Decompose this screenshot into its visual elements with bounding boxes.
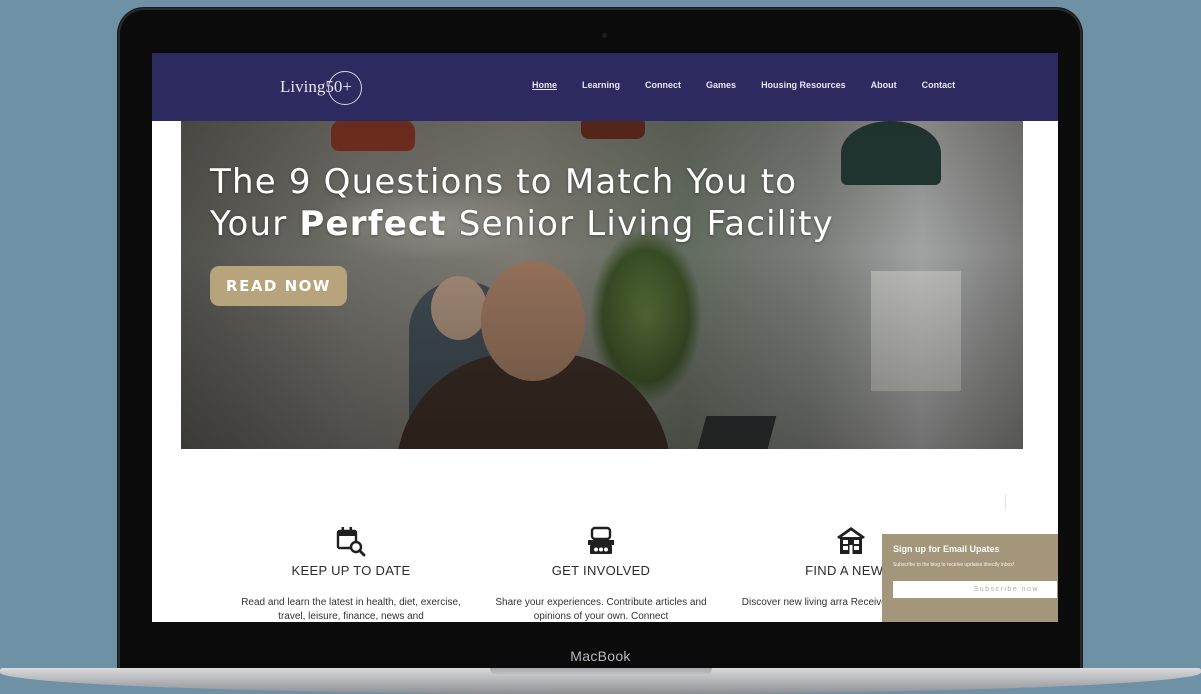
email-signup-popup: Sign up for Email Upates Subscribe to th… — [882, 534, 1058, 622]
site-header: Living50+ Home Learning Connect Games Ho… — [152, 53, 1058, 121]
screen: Living50+ Home Learning Connect Games Ho… — [152, 53, 1058, 622]
chat-group-icon — [588, 526, 614, 554]
nav-contact[interactable]: Contact — [922, 80, 956, 90]
nav-games[interactable]: Games — [706, 80, 736, 90]
calendar-search-icon — [336, 527, 366, 557]
nav-about[interactable]: About — [871, 80, 897, 90]
feature-keep-up-to-date: KEEP UP TO DATE Read and learn the lates… — [221, 525, 481, 622]
subscribe-button[interactable]: Subscribe now — [893, 581, 1057, 598]
main-nav: Home Learning Connect Games Housing Reso… — [532, 80, 955, 90]
hero-title-line2-pre: Your — [210, 204, 300, 244]
hero-title-line1: The 9 Questions to Match You to — [210, 162, 798, 202]
hero-title-line2-post: Senior Living Facility — [446, 204, 834, 244]
read-now-button[interactable]: READ NOW — [210, 266, 347, 306]
hero-banner: The 9 Questions to Match You to Your Per… — [181, 121, 1023, 449]
feature-title: KEEP UP TO DATE — [291, 563, 411, 578]
popup-text: Subscribe to the blog to receive updates… — [893, 562, 1015, 568]
feature-get-involved: GET INVOLVED Share your experiences. Con… — [471, 525, 731, 622]
feature-text: Share your experiences. Contribute artic… — [495, 597, 707, 622]
device-label: MacBook — [570, 648, 631, 664]
nav-connect[interactable]: Connect — [645, 80, 681, 90]
hero-title-emphasis: Perfect — [299, 204, 447, 244]
laptop-notch — [490, 668, 712, 676]
divider — [1005, 494, 1006, 510]
house-icon — [837, 527, 865, 554]
feature-text: Read and learn the latest in health, die… — [241, 597, 461, 622]
logo-ring-icon — [328, 71, 362, 105]
popup-title: Sign up for Email Upates — [893, 544, 1000, 554]
nav-housing-resources[interactable]: Housing Resources — [761, 80, 846, 90]
feature-title: GET INVOLVED — [551, 563, 651, 578]
nav-learning[interactable]: Learning — [582, 80, 620, 90]
nav-home[interactable]: Home — [532, 80, 557, 90]
hero-title: The 9 Questions to Match You to Your Per… — [210, 161, 834, 245]
site-logo[interactable]: Living50+ — [280, 67, 362, 107]
camera-icon — [602, 33, 607, 38]
